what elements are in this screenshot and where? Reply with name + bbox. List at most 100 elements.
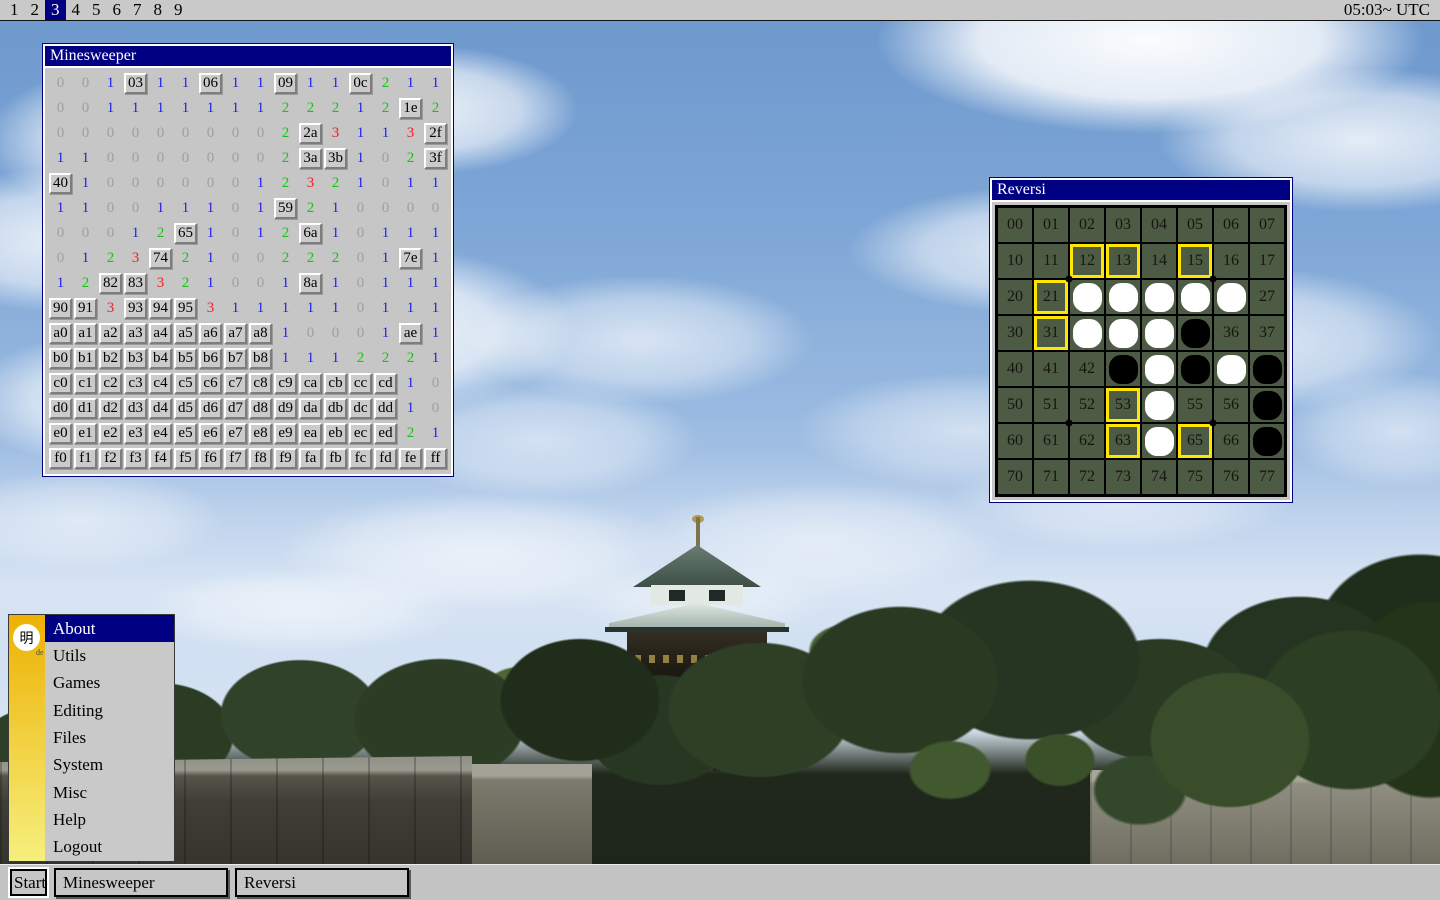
minesweeper-cell-b3[interactable]: b3 [124, 348, 147, 369]
minesweeper-cell-fc[interactable]: fc [349, 448, 372, 469]
minesweeper-cell-82[interactable]: 82 [99, 273, 122, 294]
minesweeper-cell-cd[interactable]: cd [374, 373, 397, 394]
minesweeper-cell-2f[interactable]: 2f [424, 123, 447, 144]
minesweeper-cell-09[interactable]: 09 [274, 73, 297, 94]
minesweeper-cell-3f[interactable]: 3f [424, 148, 447, 169]
minesweeper-cell-eb[interactable]: eb [324, 423, 347, 444]
minesweeper-cell-a0[interactable]: a0 [49, 323, 72, 344]
reversi-cell[interactable] [1070, 316, 1104, 350]
minesweeper-cell-8a[interactable]: 8a [299, 273, 322, 294]
minesweeper-cell-3a[interactable]: 3a [299, 148, 322, 169]
reversi-cell-17[interactable]: 17 [1250, 244, 1284, 278]
minesweeper-cell-fe[interactable]: fe [399, 448, 422, 469]
minesweeper-cell-e8[interactable]: e8 [249, 423, 272, 444]
minesweeper-cell-d8[interactable]: d8 [249, 398, 272, 419]
workspace-6[interactable]: 6 [107, 0, 128, 20]
menu-item-files[interactable]: Files [45, 724, 174, 751]
menu-item-editing[interactable]: Editing [45, 697, 174, 724]
workspace-1[interactable]: 1 [4, 0, 25, 20]
menu-item-utils[interactable]: Utils [45, 642, 174, 669]
minesweeper-cell-fd[interactable]: fd [374, 448, 397, 469]
reversi-cell[interactable] [1178, 352, 1212, 386]
minesweeper-cell-a4[interactable]: a4 [149, 323, 172, 344]
reversi-cell-72[interactable]: 72 [1070, 460, 1104, 494]
minesweeper-cell-fb[interactable]: fb [324, 448, 347, 469]
minesweeper-cell-e5[interactable]: e5 [174, 423, 197, 444]
minesweeper-cell-ae[interactable]: ae [399, 323, 422, 344]
workspace-5[interactable]: 5 [86, 0, 107, 20]
reversi-cell-12[interactable]: 12 [1070, 244, 1104, 278]
minesweeper-cell-dd[interactable]: dd [374, 398, 397, 419]
minesweeper-cell-b5[interactable]: b5 [174, 348, 197, 369]
reversi-cell-37[interactable]: 37 [1250, 316, 1284, 350]
reversi-cell-11[interactable]: 11 [1034, 244, 1068, 278]
minesweeper-cell-a7[interactable]: a7 [224, 323, 247, 344]
reversi-cell-56[interactable]: 56 [1214, 388, 1248, 422]
minesweeper-cell-f2[interactable]: f2 [99, 448, 122, 469]
reversi-cell-03[interactable]: 03 [1106, 208, 1140, 242]
minesweeper-cell-d6[interactable]: d6 [199, 398, 222, 419]
minesweeper-cell-ca[interactable]: ca [299, 373, 322, 394]
minesweeper-cell-65[interactable]: 65 [174, 223, 197, 244]
minesweeper-cell-e1[interactable]: e1 [74, 423, 97, 444]
reversi-cell[interactable] [1106, 316, 1140, 350]
reversi-cell-36[interactable]: 36 [1214, 316, 1248, 350]
reversi-cell-70[interactable]: 70 [998, 460, 1032, 494]
minesweeper-cell-03[interactable]: 03 [124, 73, 147, 94]
workspace-4[interactable]: 4 [66, 0, 87, 20]
minesweeper-cell-b8[interactable]: b8 [249, 348, 272, 369]
reversi-cell[interactable] [1142, 388, 1176, 422]
reversi-cell-14[interactable]: 14 [1142, 244, 1176, 278]
minesweeper-cell-7e[interactable]: 7e [399, 248, 422, 269]
reversi-cell[interactable] [1142, 424, 1176, 458]
minesweeper-cell-c5[interactable]: c5 [174, 373, 197, 394]
minesweeper-cell-ea[interactable]: ea [299, 423, 322, 444]
minesweeper-cell-f0[interactable]: f0 [49, 448, 72, 469]
minesweeper-cell-d0[interactable]: d0 [49, 398, 72, 419]
reversi-cell-13[interactable]: 13 [1106, 244, 1140, 278]
reversi-cell[interactable] [1178, 280, 1212, 314]
minesweeper-cell-da[interactable]: da [299, 398, 322, 419]
minesweeper-cell-1e[interactable]: 1e [399, 98, 422, 119]
workspace-9[interactable]: 9 [168, 0, 189, 20]
minesweeper-cell-c4[interactable]: c4 [149, 373, 172, 394]
minesweeper-titlebar[interactable]: Minesweeper [45, 46, 451, 66]
minesweeper-cell-6a[interactable]: 6a [299, 223, 322, 244]
menu-item-system[interactable]: System [45, 752, 174, 779]
minesweeper-cell-59[interactable]: 59 [274, 198, 297, 219]
menu-item-logout[interactable]: Logout [45, 834, 174, 861]
workspace-7[interactable]: 7 [127, 0, 148, 20]
reversi-cell-02[interactable]: 02 [1070, 208, 1104, 242]
reversi-cell[interactable] [1178, 316, 1212, 350]
minesweeper-cell-f4[interactable]: f4 [149, 448, 172, 469]
menu-item-games[interactable]: Games [45, 670, 174, 697]
reversi-cell-42[interactable]: 42 [1070, 352, 1104, 386]
minesweeper-cell-95[interactable]: 95 [174, 298, 197, 319]
minesweeper-cell-40[interactable]: 40 [49, 173, 72, 194]
reversi-cell-63[interactable]: 63 [1106, 424, 1140, 458]
minesweeper-cell-cb[interactable]: cb [324, 373, 347, 394]
reversi-cell-74[interactable]: 74 [1142, 460, 1176, 494]
minesweeper-cell-d7[interactable]: d7 [224, 398, 247, 419]
minesweeper-cell-2a[interactable]: 2a [299, 123, 322, 144]
reversi-cell-27[interactable]: 27 [1250, 280, 1284, 314]
minesweeper-cell-c1[interactable]: c1 [74, 373, 97, 394]
reversi-cell-50[interactable]: 50 [998, 388, 1032, 422]
reversi-cell[interactable] [1250, 352, 1284, 386]
reversi-cell-30[interactable]: 30 [998, 316, 1032, 350]
minesweeper-cell-b4[interactable]: b4 [149, 348, 172, 369]
minesweeper-cell-c6[interactable]: c6 [199, 373, 222, 394]
start-button[interactable]: Start [10, 869, 47, 896]
reversi-cell-20[interactable]: 20 [998, 280, 1032, 314]
reversi-cell-51[interactable]: 51 [1034, 388, 1068, 422]
minesweeper-cell-db[interactable]: db [324, 398, 347, 419]
reversi-cell-53[interactable]: 53 [1106, 388, 1140, 422]
reversi-cell-52[interactable]: 52 [1070, 388, 1104, 422]
minesweeper-cell-83[interactable]: 83 [124, 273, 147, 294]
reversi-cell-76[interactable]: 76 [1214, 460, 1248, 494]
minesweeper-cell-f8[interactable]: f8 [249, 448, 272, 469]
workspace-2[interactable]: 2 [25, 0, 46, 20]
reversi-cell-75[interactable]: 75 [1178, 460, 1212, 494]
reversi-cell-06[interactable]: 06 [1214, 208, 1248, 242]
minesweeper-cell-e9[interactable]: e9 [274, 423, 297, 444]
